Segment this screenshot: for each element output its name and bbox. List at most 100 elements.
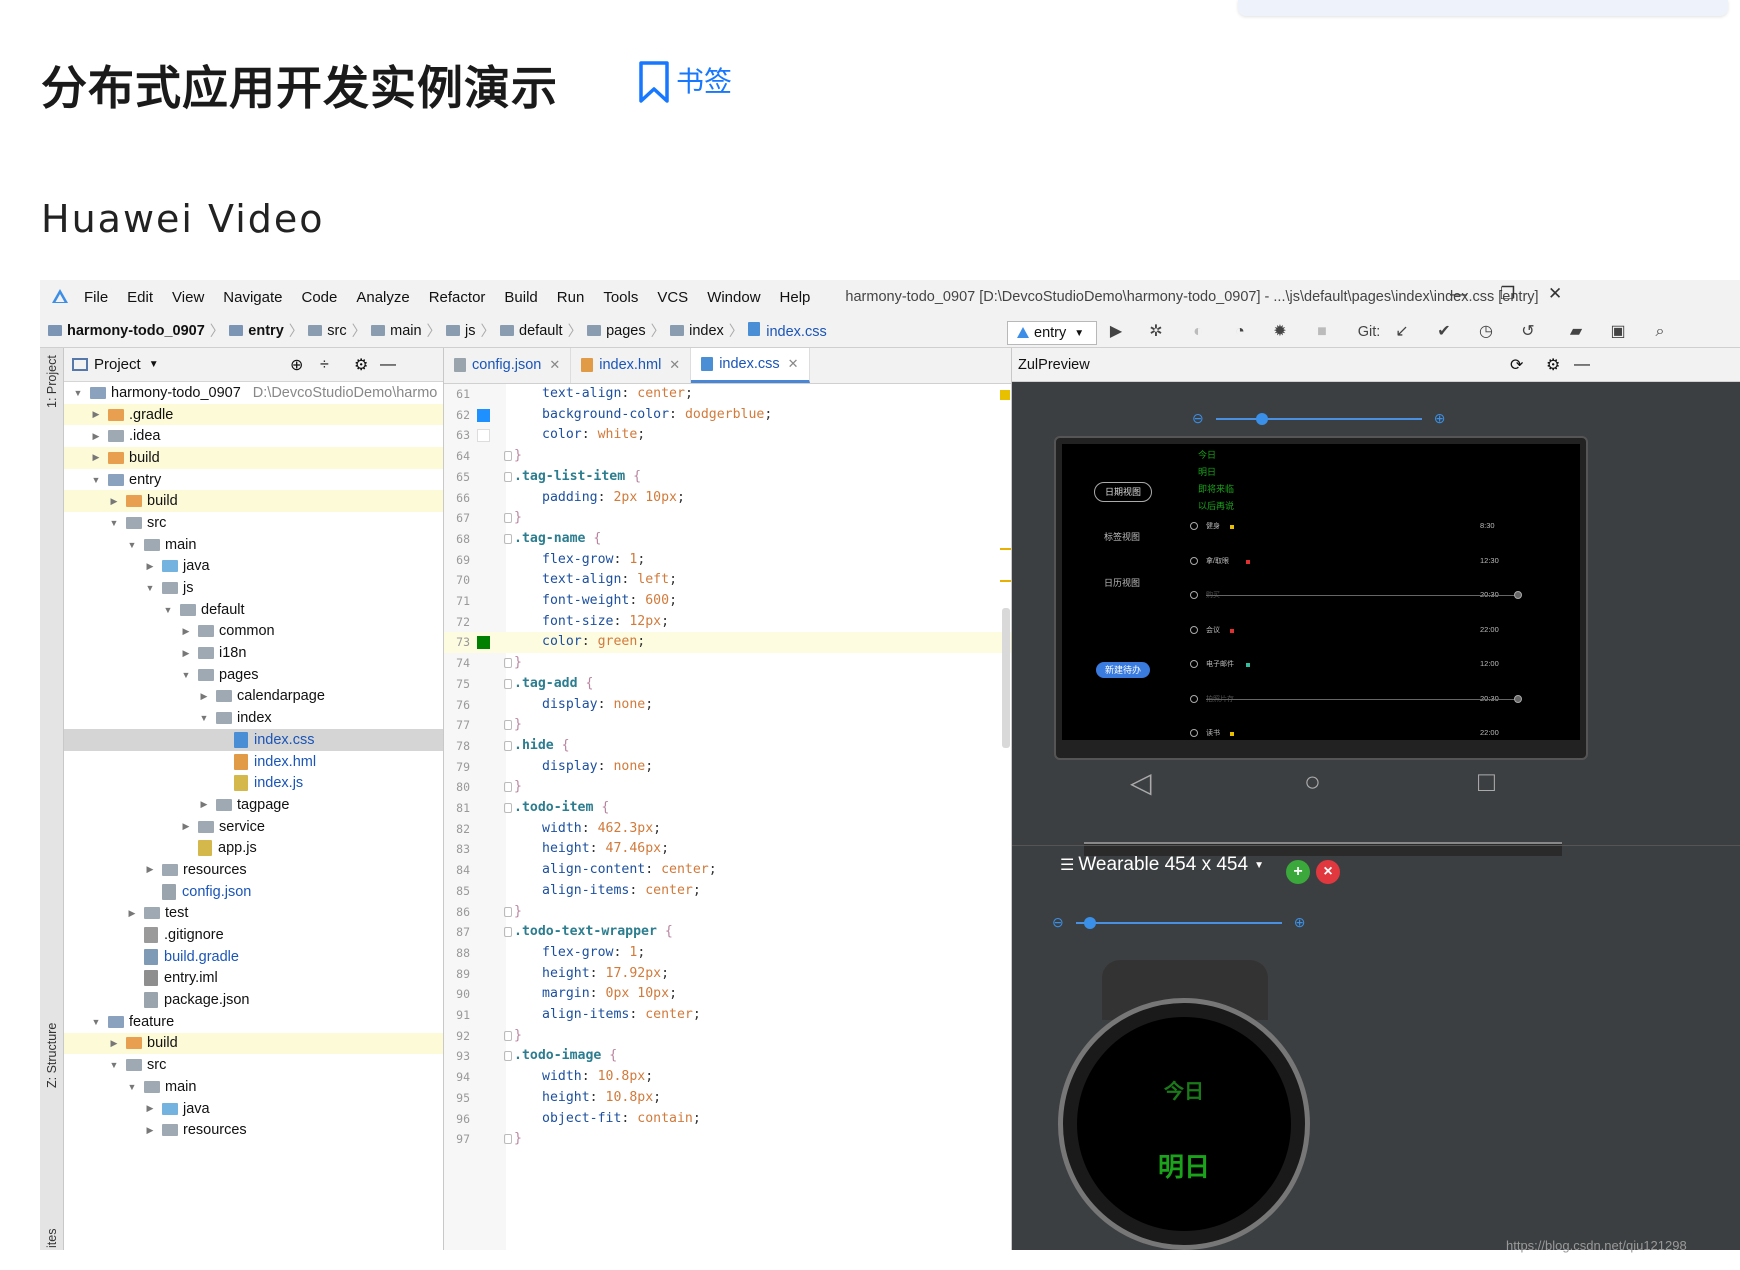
chevron-icon[interactable]: ▶ bbox=[198, 691, 210, 702]
remove-device-button[interactable]: × bbox=[1316, 860, 1340, 884]
code-line[interactable]: 81 .todo-item { bbox=[444, 798, 1011, 819]
code-line[interactable]: 80} bbox=[444, 777, 1011, 798]
fold-icon[interactable] bbox=[504, 740, 512, 751]
code-line[interactable]: 73 color: green; bbox=[444, 632, 1011, 654]
menu-edit[interactable]: Edit bbox=[127, 289, 153, 306]
tree-item[interactable]: ▶ calendarpage bbox=[64, 686, 443, 708]
tab-config-json[interactable]: config.json ✕ bbox=[444, 348, 572, 383]
code-line[interactable]: 79 display: none; bbox=[444, 757, 1011, 778]
tree-item[interactable]: ▶ .idea bbox=[64, 425, 443, 447]
breadcrumb-item[interactable]: default bbox=[500, 323, 563, 339]
tree-item[interactable]: ▼ feature bbox=[64, 1011, 443, 1033]
tree-item[interactable]: index.js bbox=[64, 772, 443, 794]
search-icon[interactable]: ⌕ bbox=[1650, 322, 1670, 342]
menu-build[interactable]: Build bbox=[504, 289, 537, 306]
fold-icon[interactable] bbox=[504, 906, 512, 917]
tree-item[interactable]: ▼ src bbox=[64, 1054, 443, 1076]
menu-window[interactable]: Window bbox=[707, 289, 760, 306]
fold-icon[interactable] bbox=[504, 658, 512, 669]
warning-stripe[interactable] bbox=[1000, 580, 1011, 582]
code-area[interactable]: 61 text-align: center; 62 background-color:… bbox=[444, 384, 1011, 1250]
fold-icon[interactable] bbox=[504, 678, 512, 689]
todo-checkbox[interactable] bbox=[1190, 591, 1198, 599]
code-line[interactable]: 69 flex-grow: 1; bbox=[444, 550, 1011, 571]
zoom-in-icon[interactable]: ⊕ bbox=[1434, 410, 1446, 427]
locate-icon[interactable]: ⊕ bbox=[290, 355, 303, 375]
tree-item[interactable]: ▶ build bbox=[64, 1032, 443, 1055]
code-line[interactable]: 83 height: 47.46px; bbox=[444, 839, 1011, 860]
hide-panel-icon[interactable]: — bbox=[380, 356, 396, 374]
breadcrumb-item[interactable]: pages bbox=[587, 323, 646, 339]
slider-knob[interactable] bbox=[1083, 916, 1096, 929]
chevron-icon[interactable]: ▶ bbox=[180, 626, 192, 637]
gear-icon[interactable]: ⚙ bbox=[354, 355, 368, 375]
tree-item[interactable]: build.gradle bbox=[64, 946, 443, 968]
code-line[interactable]: 72 font-size: 12px; bbox=[444, 612, 1011, 633]
todo-text[interactable]: 健身 bbox=[1206, 521, 1220, 531]
tv-zoom-slider[interactable] bbox=[1215, 412, 1422, 425]
menu-navigate[interactable]: Navigate bbox=[223, 289, 282, 306]
tree-item[interactable]: ▼ main bbox=[64, 1076, 443, 1098]
fold-icon[interactable] bbox=[504, 513, 512, 524]
tree-item[interactable]: ▶ build bbox=[64, 490, 443, 513]
code-line[interactable]: 77} bbox=[444, 715, 1011, 736]
bookmark-button[interactable]: 书签 bbox=[636, 60, 732, 104]
todo-checkbox[interactable] bbox=[1190, 522, 1198, 530]
fold-icon[interactable] bbox=[504, 533, 512, 544]
code-line[interactable]: 88 flex-grow: 1; bbox=[444, 943, 1011, 964]
editor-scrollbar[interactable] bbox=[1002, 608, 1010, 748]
history-icon[interactable]: ◷ bbox=[1476, 322, 1496, 342]
zoom-in-icon[interactable]: ⊕ bbox=[1294, 914, 1306, 931]
fold-icon[interactable] bbox=[504, 451, 512, 462]
tree-item[interactable]: ▼ pages bbox=[64, 664, 443, 686]
fold-icon[interactable] bbox=[504, 782, 512, 793]
add-device-button[interactable]: + bbox=[1286, 860, 1310, 884]
code-line[interactable]: 90 margin: 0px 10px; bbox=[444, 984, 1011, 1005]
close-window-button[interactable]: ✕ bbox=[1548, 284, 1562, 304]
code-line[interactable]: 70 text-align: left; bbox=[444, 570, 1011, 591]
breadcrumb-item[interactable]: src bbox=[308, 323, 347, 339]
chevron-icon[interactable]: ▶ bbox=[144, 561, 156, 572]
attach-debugger-icon[interactable]: ◐ bbox=[1188, 322, 1208, 342]
tree-item[interactable]: package.json bbox=[64, 989, 443, 1011]
zoom-out-icon[interactable]: ⊖ bbox=[1052, 914, 1064, 931]
chevron-icon[interactable]: ▶ bbox=[144, 1103, 156, 1114]
tree-item[interactable]: app.js bbox=[64, 837, 443, 859]
favorites-tool-tab[interactable]: ites bbox=[45, 1229, 59, 1248]
todo-checkbox[interactable] bbox=[1190, 694, 1198, 703]
menu-refactor[interactable]: Refactor bbox=[429, 289, 486, 306]
chevron-icon[interactable]: ▶ bbox=[90, 431, 102, 442]
fold-icon[interactable] bbox=[504, 1051, 512, 1062]
code-line[interactable]: 92} bbox=[444, 1026, 1011, 1047]
tree-item[interactable]: ▶ service bbox=[64, 816, 443, 838]
close-tab-icon[interactable]: ✕ bbox=[669, 357, 680, 373]
menu-vcs[interactable]: VCS bbox=[657, 289, 688, 306]
code-line[interactable]: 65 .tag-list-item { bbox=[444, 467, 1011, 488]
menu-analyze[interactable]: Analyze bbox=[356, 289, 409, 306]
code-line[interactable]: 89 height: 17.92px; bbox=[444, 964, 1011, 985]
structure-tool-tab[interactable]: Z: Structure bbox=[45, 1023, 59, 1088]
menu-tools[interactable]: Tools bbox=[603, 289, 638, 306]
tree-item[interactable]: ▼ js bbox=[64, 577, 443, 599]
home-icon[interactable]: ○ bbox=[1304, 766, 1321, 798]
tree-item[interactable]: config.json bbox=[64, 881, 443, 903]
menu-code[interactable]: Code bbox=[301, 289, 337, 306]
view-item[interactable]: 日期视图 bbox=[1094, 482, 1152, 502]
tree-item[interactable]: ▶ resources bbox=[64, 1119, 443, 1141]
tree-item[interactable]: ▶ i18n bbox=[64, 642, 443, 664]
chevron-icon[interactable]: ▼ bbox=[108, 518, 120, 528]
menu-view[interactable]: View bbox=[172, 289, 204, 306]
tree-item[interactable]: ▶ resources bbox=[64, 859, 443, 881]
tree-item[interactable]: ▼ default bbox=[64, 599, 443, 621]
color-swatch[interactable] bbox=[477, 636, 490, 650]
chevron-icon[interactable]: ▼ bbox=[108, 1060, 120, 1070]
build-icon[interactable]: ✹ bbox=[1270, 322, 1290, 342]
project-tool-tab[interactable]: 1: Project bbox=[45, 355, 59, 408]
code-line[interactable]: 94 width: 10.8px; bbox=[444, 1067, 1011, 1088]
code-line[interactable]: 85 align-items: center; bbox=[444, 881, 1011, 902]
breadcrumb-item[interactable]: index bbox=[670, 323, 724, 339]
terminal-icon[interactable]: ▣ bbox=[1608, 322, 1628, 342]
tag-item[interactable]: 即将来临 bbox=[1198, 482, 1234, 495]
slider-knob[interactable] bbox=[1255, 412, 1268, 425]
code-line[interactable]: 74} bbox=[444, 653, 1011, 674]
